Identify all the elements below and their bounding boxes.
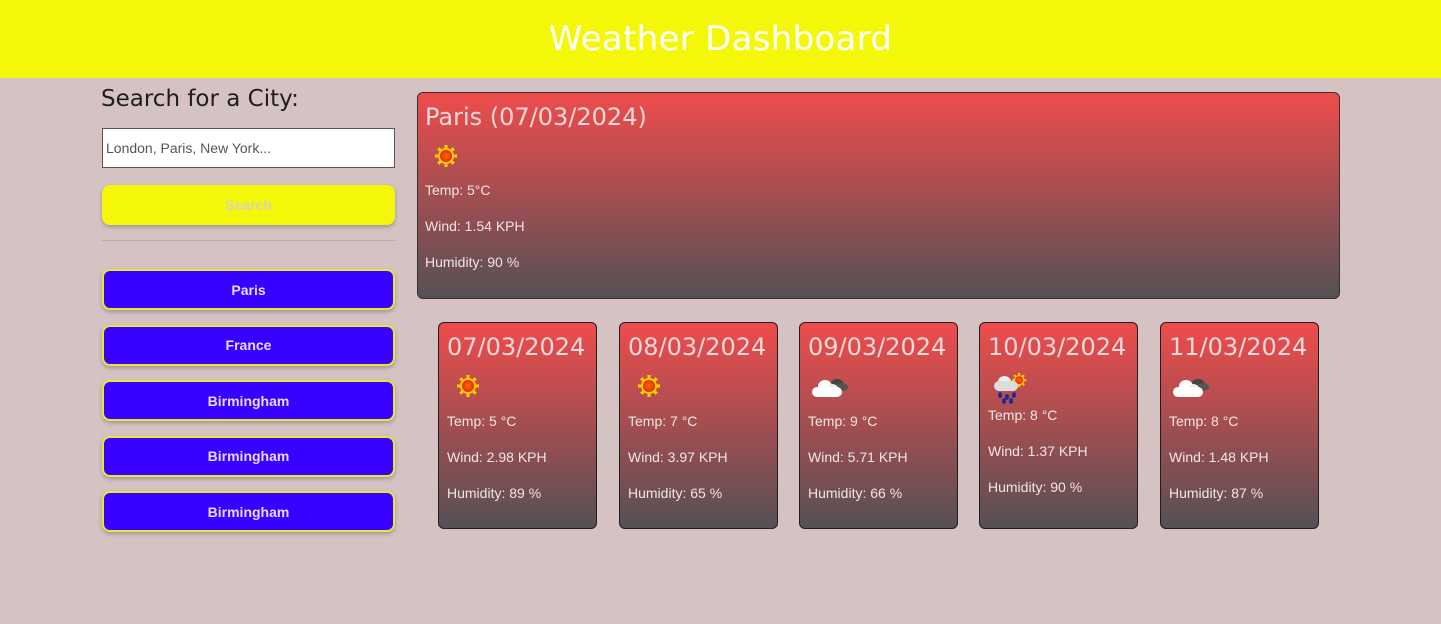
history-button[interactable]: Birmingham <box>102 435 395 477</box>
forecast-wind: Wind: 2.98 KPH <box>447 449 547 465</box>
forecast-card: 07/03/2024 Temp: 5 °C Wind: 2.98 KPH Hum… <box>438 322 597 529</box>
history-button[interactable]: Paris <box>102 269 395 310</box>
forecast-date: 08/03/2024 <box>628 333 767 361</box>
forecast-card: 08/03/2024 Temp: 7 °C Wind: 3.97 KPH Hum… <box>619 322 778 529</box>
forecast-temp: Temp: 5 °C <box>447 413 517 429</box>
current-weather-card: Paris (07/03/2024) Temp: 5°C Wind: 1.54 … <box>417 92 1340 299</box>
current-city-title: Paris (07/03/2024) <box>425 103 647 131</box>
forecast-temp: Temp: 8 °C <box>1169 413 1239 429</box>
current-wind: Wind: 1.54 KPH <box>425 218 525 234</box>
history-button[interactable]: Birmingham <box>102 380 395 421</box>
forecast-humidity: Humidity: 66 % <box>808 485 903 501</box>
forecast-wind: Wind: 5.71 KPH <box>808 449 908 465</box>
search-history: Paris France Birmingham Birmingham Birmi… <box>102 269 397 547</box>
search-button[interactable]: Search <box>102 185 395 225</box>
forecast-humidity: Humidity: 89 % <box>447 485 542 501</box>
sun-icon <box>457 375 588 403</box>
sidebar-divider <box>102 240 395 241</box>
forecast-date: 10/03/2024 <box>988 333 1127 361</box>
forecast-card: 09/03/2024 Temp: 9 °C Wind: 5.71 KPH Hum… <box>799 322 958 529</box>
sun-icon <box>435 145 1332 173</box>
current-humidity: Humidity: 90 % <box>425 254 520 270</box>
history-button[interactable]: France <box>102 324 395 366</box>
forecast-temp: Temp: 7 °C <box>628 413 698 429</box>
forecast-card: 10/03/2024 Temp: 8 °C Wind: 1.37 KPH Hum… <box>979 322 1138 529</box>
sun-icon <box>638 375 769 403</box>
forecast-temp: Temp: 9 °C <box>808 413 878 429</box>
page-title: Weather Dashboard <box>548 19 893 59</box>
cloud-icon <box>1171 375 1310 403</box>
forecast-date: 09/03/2024 <box>808 333 947 361</box>
city-search-input[interactable] <box>102 128 395 168</box>
search-sidebar: Search for a City: Search Paris France B… <box>101 84 396 532</box>
forecast-wind: Wind: 1.37 KPH <box>988 443 1088 459</box>
forecast-humidity: Humidity: 90 % <box>988 479 1083 495</box>
forecast-wind: Wind: 3.97 KPH <box>628 449 728 465</box>
forecast-date: 11/03/2024 <box>1169 333 1308 361</box>
search-heading: Search for a City: <box>101 86 299 112</box>
forecast-wind: Wind: 1.48 KPH <box>1169 449 1269 465</box>
forecast-card: 11/03/2024 Temp: 8 °C Wind: 1.48 KPH Hum… <box>1160 322 1319 529</box>
forecast-humidity: Humidity: 87 % <box>1169 485 1264 501</box>
current-temp: Temp: 5°C <box>425 182 491 198</box>
cloud-icon <box>810 375 949 403</box>
history-button[interactable]: Birmingham <box>102 491 395 532</box>
forecast-date: 07/03/2024 <box>447 333 586 361</box>
page-header: Weather Dashboard <box>0 0 1441 78</box>
forecast-humidity: Humidity: 65 % <box>628 485 723 501</box>
